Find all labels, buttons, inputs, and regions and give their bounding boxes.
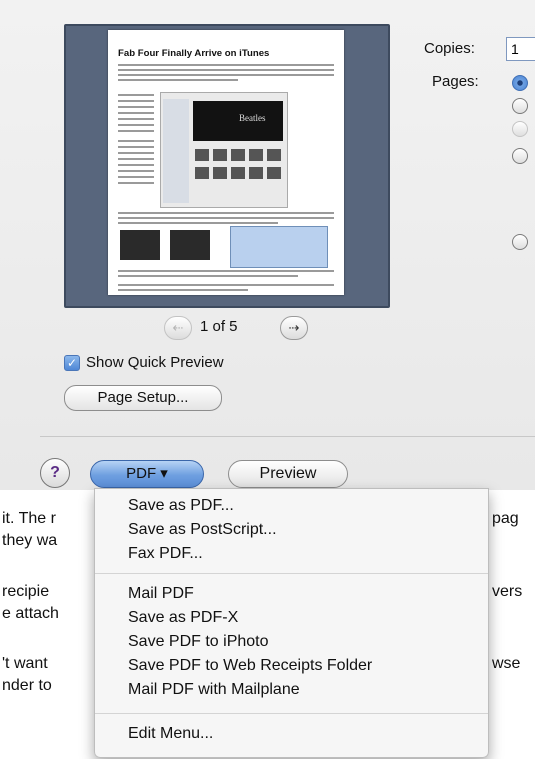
pages-all-radio[interactable] — [512, 75, 528, 91]
menu-separator — [95, 713, 488, 714]
pdf-menu-button[interactable]: PDF ▾ — [90, 460, 204, 488]
background-text: they wa — [2, 532, 58, 549]
show-quick-preview-label: Show Quick Preview — [86, 354, 224, 371]
right-arrow-icon: ⇢ — [288, 320, 300, 335]
menu-item-save-as-pdf-x[interactable]: Save as PDF-X — [128, 609, 238, 627]
question-icon: ? — [50, 464, 60, 481]
menu-item-save-pdf-to-iphoto[interactable]: Save PDF to iPhoto — [128, 633, 269, 651]
menu-item-save-as-pdf[interactable]: Save as PDF... — [128, 497, 234, 515]
background-text: nder to — [2, 677, 52, 694]
menu-item-fax-pdf[interactable]: Fax PDF... — [128, 545, 203, 563]
menu-item-save-as-postscript[interactable]: Save as PostScript... — [128, 521, 277, 539]
help-button[interactable]: ? — [40, 458, 70, 488]
background-text: it. The r — [2, 510, 56, 527]
pdf-dropdown-menu: Save as PDF... Save as PostScript... Fax… — [94, 488, 489, 758]
background-text: recipie — [2, 583, 50, 600]
background-text: e attach — [2, 605, 59, 622]
show-quick-preview-checkbox[interactable]: ✓ — [64, 355, 80, 371]
preview-screenshot-image: Beatles — [160, 92, 288, 208]
menu-item-save-pdf-to-web-receipts[interactable]: Save PDF to Web Receipts Folder — [128, 657, 372, 675]
background-text: vers — [492, 583, 523, 600]
menu-item-mail-pdf-with-mailplane[interactable]: Mail PDF with Mailplane — [128, 681, 300, 699]
dialog-divider — [40, 436, 535, 437]
preview-info-box — [230, 226, 328, 268]
pages-radio-2[interactable] — [512, 98, 528, 114]
menu-item-mail-pdf[interactable]: Mail PDF — [128, 585, 194, 603]
pages-radio-4[interactable] — [512, 148, 528, 164]
pages-radio-5[interactable] — [512, 234, 528, 250]
left-arrow-icon: ⇠ — [172, 320, 184, 335]
next-page-button[interactable]: ⇢ — [280, 316, 308, 340]
background-text: 't want — [2, 655, 48, 672]
preview-screenshot-caption: Beatles — [239, 113, 266, 123]
background-text: pag — [492, 510, 519, 527]
pages-radio-3[interactable] — [512, 121, 528, 137]
preview-button[interactable]: Preview — [228, 460, 348, 488]
menu-separator — [95, 573, 488, 574]
preview-doc-title: Fab Four Finally Arrive on iTunes — [118, 48, 270, 59]
page-count: 1 of 5 — [200, 318, 238, 335]
prev-page-button[interactable]: ⇠ — [164, 316, 192, 340]
page-setup-button[interactable]: Page Setup... — [64, 385, 222, 411]
pages-label: Pages: — [432, 73, 479, 90]
copies-field[interactable]: 1 — [506, 37, 535, 61]
menu-item-edit-menu[interactable]: Edit Menu... — [128, 725, 213, 743]
preview-page: Fab Four Finally Arrive on iTunes Beatle… — [108, 30, 344, 295]
copies-label: Copies: — [424, 40, 475, 57]
print-dialog: Fab Four Finally Arrive on iTunes Beatle… — [0, 0, 535, 490]
background-text: wse — [492, 655, 521, 672]
